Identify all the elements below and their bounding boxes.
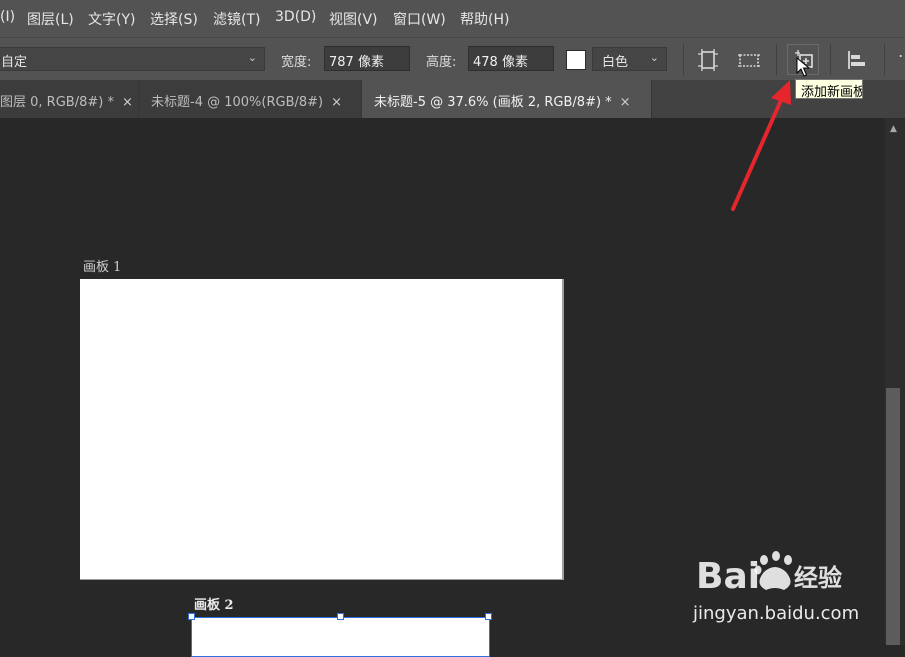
height-label: 高度:: [426, 55, 457, 70]
options-bar: 自定 ⌄ 宽度: 787 像素 高度: 478 像素 白色 ⌄ ⋯: [0, 37, 905, 81]
artboard-1[interactable]: [80, 279, 564, 580]
tooltip: 添加新画板: [795, 79, 863, 99]
portrait-orientation-icon[interactable]: [697, 49, 719, 71]
chevron-down-icon: ⌄: [649, 51, 659, 64]
watermark-url: jingyan.baidu.com: [693, 603, 860, 624]
artboard-2[interactable]: [191, 617, 490, 657]
divider: [884, 44, 885, 75]
tab-layer0[interactable]: 图层 0, RGB/8#) * ×: [0, 80, 139, 118]
artboard-2-label[interactable]: 画板 2: [194, 594, 234, 613]
menu-item-image[interactable]: (I): [0, 9, 15, 25]
background-color-swatch[interactable]: [566, 50, 586, 70]
width-field[interactable]: 787 像素: [324, 46, 410, 71]
resize-handle[interactable]: [485, 613, 492, 620]
menu-item-layer[interactable]: 图层(L): [27, 9, 74, 29]
divider: [683, 44, 684, 75]
artboard-1-label[interactable]: 画板 1: [83, 256, 121, 275]
close-icon[interactable]: ×: [122, 95, 133, 110]
close-icon[interactable]: ×: [331, 95, 342, 110]
scrollbar-thumb[interactable]: [886, 388, 900, 645]
menu-bar: (I) 图层(L) 文字(Y) 选择(S) 滤镜(T) 3D(D) 视图(V) …: [0, 0, 905, 37]
tab-label: 未标题-5 @ 37.6% (画板 2, RGB/8#) *: [374, 95, 612, 110]
tab-label: 图层 0, RGB/8#) *: [0, 95, 114, 110]
logo-text-jingyan: 经验: [794, 564, 842, 592]
baidu-jingyan-watermark: Bai 经验: [694, 548, 854, 606]
menu-item-filter[interactable]: 滤镜(T): [213, 9, 260, 29]
background-value: 白色: [602, 55, 629, 70]
size-preset-select[interactable]: 自定 ⌄: [0, 47, 265, 71]
tab-untitled-4[interactable]: 未标题-4 @ 100%(RGB/8#) ×: [139, 80, 362, 118]
align-left-icon[interactable]: [846, 49, 868, 71]
menu-item-type[interactable]: 文字(Y): [88, 9, 135, 29]
menu-item-3d[interactable]: 3D(D): [275, 9, 316, 25]
divider: [830, 44, 831, 75]
tab-untitled-5[interactable]: 未标题-5 @ 37.6% (画板 2, RGB/8#) * ×: [362, 80, 652, 118]
resize-handle[interactable]: [188, 613, 195, 620]
menu-item-select[interactable]: 选择(S): [150, 9, 198, 29]
menu-item-window[interactable]: 窗口(W): [393, 9, 446, 29]
size-preset-value: 自定: [1, 55, 28, 70]
baidu-logo-icon: Bai 经验: [696, 551, 842, 597]
scroll-up-arrow-icon[interactable]: ▲: [890, 124, 897, 134]
logo-text-bai: Bai: [696, 556, 760, 597]
resize-handle[interactable]: [337, 613, 344, 620]
landscape-orientation-icon[interactable]: [738, 49, 760, 71]
mouse-cursor-icon: [796, 57, 810, 77]
close-icon[interactable]: ×: [620, 95, 631, 110]
divider: [776, 44, 777, 75]
width-label: 宽度:: [281, 55, 312, 70]
menu-item-help[interactable]: 帮助(H): [460, 9, 509, 29]
more-options-icon[interactable]: ⋯: [898, 46, 905, 65]
red-annotation-arrow: [731, 80, 791, 211]
height-field[interactable]: 478 像素: [468, 46, 554, 71]
menu-item-view[interactable]: 视图(V): [329, 9, 378, 29]
chevron-down-icon: ⌄: [247, 51, 257, 64]
background-select[interactable]: 白色 ⌄: [592, 47, 667, 71]
tab-label: 未标题-4 @ 100%(RGB/8#): [151, 95, 324, 110]
